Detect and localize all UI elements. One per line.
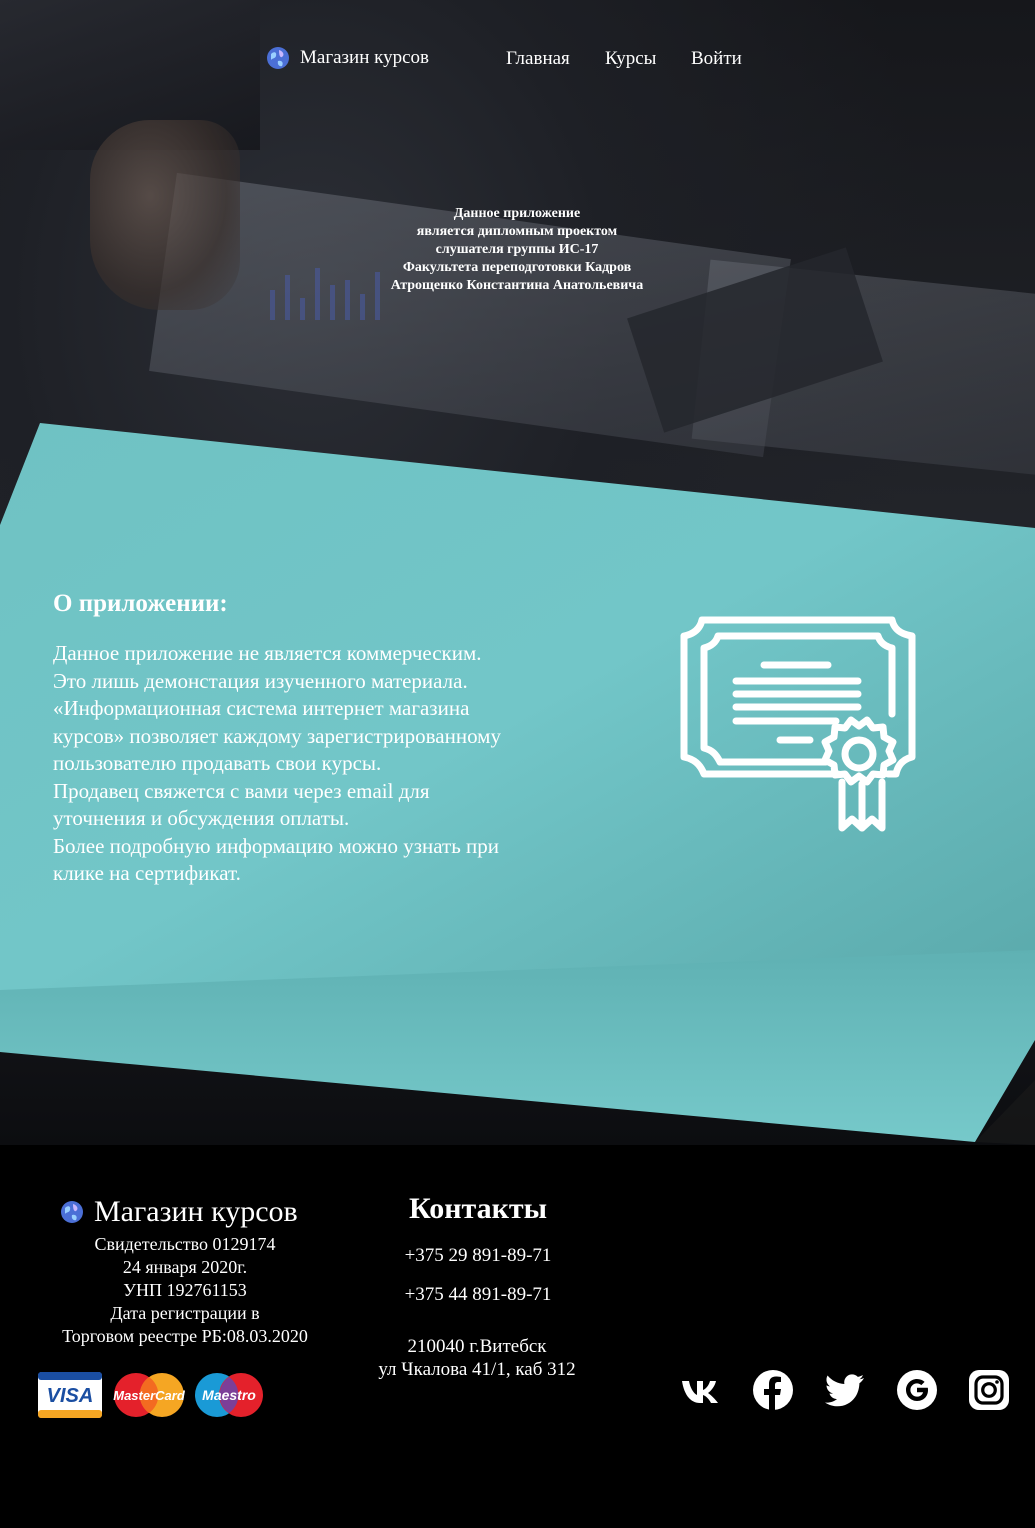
google-icon[interactable] <box>896 1369 938 1411</box>
footer-info-line: 24 января 2020г. <box>122 1257 248 1277</box>
contacts-title: Контакты <box>408 1192 548 1225</box>
about-line: курсов» позволяет каждому зарегистрирова… <box>53 723 501 748</box>
mastercard-logo: MasterCard <box>113 1373 186 1417</box>
footer-info-line: Свидетельство 0129174 <box>94 1234 276 1254</box>
globe-icon <box>61 1201 83 1223</box>
vk-icon[interactable] <box>680 1369 722 1411</box>
phone-number-1[interactable]: +375 29 891-89-71 <box>378 1245 578 1267</box>
about-line: Данное приложение не является коммерческ… <box>53 641 482 665</box>
about-line: «Информационная система интернет магазин… <box>53 696 470 720</box>
footer-info-line: Дата регистрации в <box>110 1303 260 1323</box>
top-nav: Магазин курсов Главная Курсы Войти <box>0 46 1035 76</box>
certificate-icon[interactable] <box>676 614 921 836</box>
about-line: Более подробную информацию можно узнать … <box>53 833 500 858</box>
nav-brand-label: Магазин курсов <box>300 47 430 68</box>
intro-line: Данное приложение <box>453 206 581 221</box>
intro-line: является дипломным проектом <box>416 224 618 239</box>
address: 210040 г.Витебск ул Чкалова 41/1, каб 31… <box>352 1335 602 1381</box>
instagram-icon[interactable] <box>968 1369 1010 1411</box>
footer-brand[interactable]: Магазин курсов <box>60 1195 298 1229</box>
nav-link-login[interactable]: Войти <box>691 48 742 70</box>
hero-photo-hand <box>90 120 240 310</box>
intro-text: Данное приложение является дипломным про… <box>317 205 717 295</box>
twitter-icon[interactable] <box>824 1369 866 1411</box>
intro-line: Атрощенко Константина Анатольевича <box>390 278 644 293</box>
intro-line: Факультета переподготовки Кадров <box>402 260 632 275</box>
address-line: ул Чкалова 41/1, каб 312 <box>378 1359 576 1380</box>
phone-number-2[interactable]: +375 44 891-89-71 <box>378 1284 578 1306</box>
nav-link-home[interactable]: Главная <box>506 48 570 70</box>
about-title: О приложении: <box>53 590 228 617</box>
maestro-logo: Maestro <box>195 1373 263 1417</box>
address-line: 210040 г.Витебск <box>407 1336 547 1357</box>
footer-info-line: Торговом реестре РБ:08.03.2020 <box>62 1326 308 1346</box>
about-line: Продавец свяжется с вами через email для <box>53 778 430 803</box>
about-line: пользователю продавать свои курсы. <box>53 751 382 775</box>
footer-company-info: Свидетельство 0129174 24 января 2020г. У… <box>30 1233 340 1348</box>
nav-brand[interactable]: Магазин курсов <box>266 46 429 70</box>
globe-icon <box>267 47 289 69</box>
facebook-icon[interactable] <box>752 1369 794 1411</box>
footer-brand-label: Магазин курсов <box>94 1195 298 1228</box>
nav-link-courses[interactable]: Курсы <box>605 48 656 70</box>
mastercard-label: MasterCard <box>113 1388 186 1403</box>
about-line: клике на сертификат. <box>53 861 241 885</box>
about-line: уточнения и обсуждения оплаты. <box>53 806 350 830</box>
visa-label: VISA <box>47 1385 94 1407</box>
about-text: Данное приложение не является коммерческ… <box>53 640 593 888</box>
visa-logo: VISA <box>38 1372 102 1418</box>
about-line: Это лишь демонстация изученного материал… <box>53 668 468 693</box>
maestro-label: Maestro <box>202 1387 256 1403</box>
intro-line: слушателя группы ИС-17 <box>435 242 599 257</box>
footer-info-line: УНП 192761153 <box>123 1280 247 1300</box>
